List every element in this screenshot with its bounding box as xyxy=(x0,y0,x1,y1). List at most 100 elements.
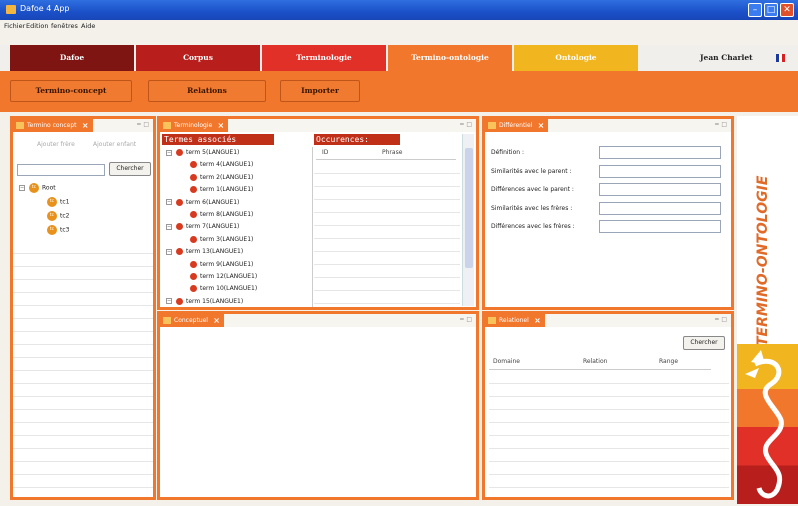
differentiel-panel: Différentiel × = □ Définition : Similari… xyxy=(482,116,734,310)
diff-parent-label: Différences avec le parent : xyxy=(491,186,574,193)
collapse-icon[interactable]: − xyxy=(19,185,25,191)
term-label: term 12(LANGUE1) xyxy=(200,273,258,280)
collapse-icon[interactable]: − xyxy=(166,223,172,230)
side-banner: TERMINO-ONTOLOGIE xyxy=(737,116,798,504)
term-label: term 9(LANGUE1) xyxy=(200,260,254,268)
terms-scrollbar[interactable] xyxy=(462,134,474,306)
term-node[interactable]: term 10(LANGUE1) xyxy=(190,285,257,293)
dragon-logo xyxy=(737,344,798,504)
collapse-icon[interactable]: − xyxy=(166,248,172,255)
term-node[interactable]: term 1(LANGUE1) xyxy=(190,186,253,194)
term-label: term 2(LANGUE1) xyxy=(200,173,254,181)
term-label: term 15(LANGUE1) xyxy=(186,297,244,305)
tab-dafoe[interactable]: Dafoe xyxy=(10,45,134,71)
term-node[interactable]: term 4(LANGUE1) xyxy=(190,161,253,169)
menu-fenetres[interactable]: fenêtres xyxy=(51,22,78,30)
scroll-thumb[interactable] xyxy=(465,148,473,268)
window-title: Dafoe 4 App xyxy=(20,4,70,13)
relationel-tab[interactable]: Relationel × xyxy=(485,314,545,327)
col-relation[interactable]: Relation xyxy=(563,358,637,370)
close-button[interactable]: ✕ xyxy=(780,3,794,17)
relations-table xyxy=(489,371,729,495)
collapse-icon[interactable]: − xyxy=(166,298,172,305)
term-label: term 5(LANGUE1) xyxy=(186,149,240,156)
concept-search-input[interactable] xyxy=(17,164,105,176)
maximize-button[interactable]: □ xyxy=(764,3,778,17)
conceptuel-tab[interactable]: Conceptuel × xyxy=(160,314,224,327)
tab-ontologie[interactable]: Ontologie xyxy=(514,45,638,71)
term-icon xyxy=(176,198,183,206)
term-node[interactable]: − term 13(LANGUE1) xyxy=(166,248,243,256)
menu-edition[interactable]: Edition xyxy=(26,22,49,30)
panel-controls[interactable]: = □ xyxy=(459,121,472,128)
termino-concept-tab[interactable]: Termino concept × xyxy=(13,119,93,132)
close-tab-icon[interactable]: × xyxy=(218,119,225,132)
tree-root[interactable]: − tc Root xyxy=(19,183,56,193)
term-label: term 3(LANGUE1) xyxy=(200,235,254,243)
term-node[interactable]: term 2(LANGUE1) xyxy=(190,173,254,181)
term-node[interactable]: term 12(LANGUE1) xyxy=(190,273,257,280)
tree-node-tc2[interactable]: tc tc2 xyxy=(47,211,69,221)
diff-parent-field[interactable] xyxy=(599,183,721,196)
panel-controls[interactable]: = □ xyxy=(136,121,149,128)
termes-associes-header: Termes associés xyxy=(162,134,274,145)
tab-terminologie[interactable]: Terminologie xyxy=(262,45,386,71)
col-phrase[interactable]: Phrase xyxy=(356,149,456,160)
diff-freres-field[interactable] xyxy=(599,220,721,233)
term-node[interactable]: − term 5(LANGUE1) xyxy=(166,149,239,156)
term-node[interactable]: − term 6(LANGUE1) xyxy=(166,198,239,206)
panel-controls[interactable]: = □ xyxy=(459,316,472,323)
sim-parent-field[interactable] xyxy=(599,165,721,178)
relations-button[interactable]: Relations xyxy=(148,80,266,102)
panel-controls[interactable]: = □ xyxy=(714,316,727,323)
menu-aide[interactable]: Aide xyxy=(81,22,95,30)
term-icon xyxy=(190,186,197,194)
close-tab-icon[interactable]: × xyxy=(82,119,89,132)
panel-controls[interactable]: = □ xyxy=(714,121,727,128)
panel-icon xyxy=(488,317,496,324)
tab-termino-ontologie[interactable]: Termino-ontologie xyxy=(388,45,512,71)
importer-button[interactable]: Importer xyxy=(280,80,360,102)
term-node[interactable]: − term 15(LANGUE1) xyxy=(166,297,244,305)
add-sibling-button[interactable]: Ajouter frère xyxy=(37,141,75,148)
french-flag-icon xyxy=(776,54,785,62)
add-child-button[interactable]: Ajouter enfant xyxy=(93,141,136,148)
term-icon xyxy=(190,260,197,268)
col-range[interactable]: Range xyxy=(637,358,711,370)
diff-freres-label: Différences avec les frères : xyxy=(491,223,575,230)
differentiel-tab[interactable]: Différentiel × xyxy=(485,119,549,132)
term-node[interactable]: term 9(LANGUE1) xyxy=(190,260,254,268)
tab-corpus[interactable]: Corpus xyxy=(136,45,260,71)
tc-icon: tc xyxy=(47,211,57,221)
panel-icon xyxy=(163,317,171,324)
term-icon xyxy=(190,211,197,218)
conceptuel-panel: Conceptuel × = □ xyxy=(157,311,479,500)
panel-icon xyxy=(488,122,496,129)
tc-icon: tc xyxy=(47,225,57,235)
close-tab-icon[interactable]: × xyxy=(213,314,220,327)
close-tab-icon[interactable]: × xyxy=(538,119,545,132)
tree-node-tc3[interactable]: tc tc3 xyxy=(47,225,69,235)
term-node[interactable]: term 8(LANGUE1) xyxy=(190,211,253,218)
term-icon xyxy=(176,297,183,305)
col-id[interactable]: ID xyxy=(316,149,356,160)
panel-icon xyxy=(16,122,24,129)
term-node[interactable]: − term 7(LANGUE1) xyxy=(166,223,239,231)
definition-field[interactable] xyxy=(599,146,721,159)
concept-search-button[interactable]: Chercher xyxy=(109,162,151,176)
sim-freres-label: Similarités avec les frères : xyxy=(491,205,573,212)
tree-node-tc1[interactable]: tc tc1 xyxy=(47,197,69,207)
term-node[interactable]: term 3(LANGUE1) xyxy=(190,235,254,243)
minimize-button[interactable]: – xyxy=(748,3,762,17)
terminologie-tab[interactable]: Terminologie × xyxy=(160,119,229,132)
termino-concept-button[interactable]: Termino-concept xyxy=(10,80,132,102)
menu-fichier[interactable]: Fichier xyxy=(4,22,25,30)
close-tab-icon[interactable]: × xyxy=(534,314,541,327)
collapse-icon[interactable]: − xyxy=(166,199,172,206)
relationel-panel: Relationel × = □ Chercher Domaine Relati… xyxy=(482,311,734,500)
collapse-icon[interactable]: − xyxy=(166,149,172,156)
relation-search-button[interactable]: Chercher xyxy=(683,336,725,350)
col-domaine[interactable]: Domaine xyxy=(489,358,563,370)
title-bar: Dafoe 4 App – □ ✕ xyxy=(0,0,798,20)
sim-freres-field[interactable] xyxy=(599,202,721,215)
